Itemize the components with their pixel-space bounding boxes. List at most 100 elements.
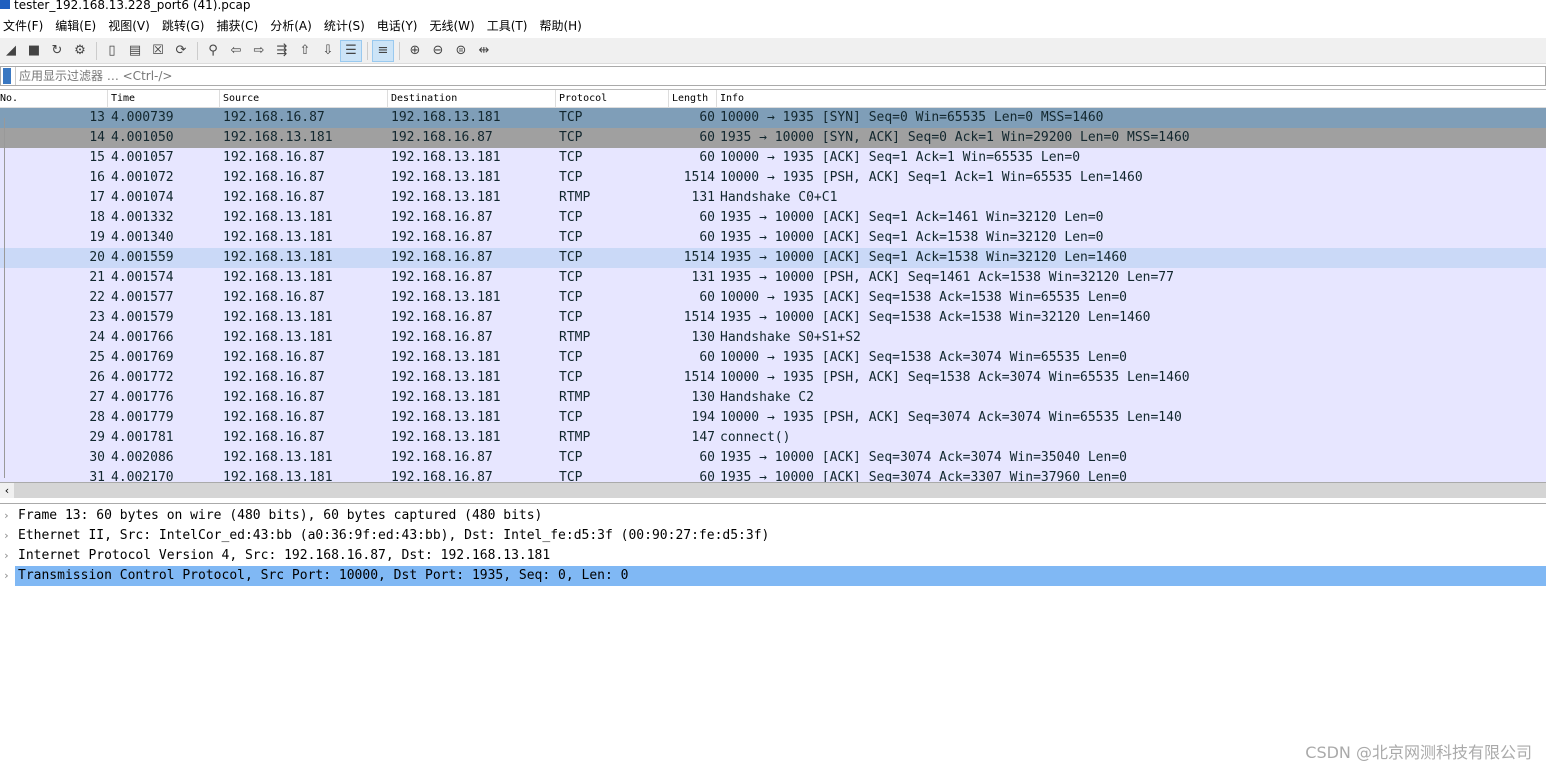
packet-row[interactable]: 29 4.001781 192.168.16.87 192.168.13.181 RTM… — [0, 428, 1546, 448]
stop-icon[interactable]: ■ — [23, 40, 45, 62]
packet-dst: 192.168.16.87 — [391, 470, 493, 482]
menu-item[interactable]: 工具(T) — [484, 16, 534, 36]
packet-info: 1935 → 10000 [ACK] Seq=1 Ack=1538 Win=32… — [720, 250, 1127, 265]
menu-item[interactable]: 文件(F) — [0, 16, 49, 36]
reload-icon[interactable]: ⟳ — [170, 40, 192, 62]
packet-row[interactable]: 13 4.000739 192.168.16.87 192.168.13.181 TCP… — [0, 108, 1546, 128]
colorize-icon[interactable]: ≡ — [372, 39, 394, 62]
chevron-right-icon[interactable]: › — [3, 546, 10, 566]
packet-row[interactable]: 30 4.002086 192.168.13.181 192.168.16.87 TCP… — [0, 448, 1546, 468]
packet-row[interactable]: 31 4.002170 192.168.13.181 192.168.16.87 TCP… — [0, 468, 1546, 482]
detail-tree-item[interactable]: › Ethernet II, Src: IntelCor_ed:43:bb (a0… — [0, 526, 1546, 546]
packet-no: 16 — [89, 170, 105, 185]
resize-columns-icon[interactable]: ⇹ — [473, 40, 495, 62]
open-file-icon[interactable]: ▯ — [101, 40, 123, 62]
packet-dst: 192.168.13.181 — [391, 350, 501, 365]
zoom-normal-icon[interactable]: ⊜ — [450, 40, 472, 62]
zoom-out-icon[interactable]: ⊖ — [427, 40, 449, 62]
menu-item[interactable]: 视图(V) — [105, 16, 156, 36]
packet-proto: TCP — [559, 450, 583, 465]
first-packet-icon[interactable]: ⇧ — [294, 40, 316, 62]
menu-item[interactable]: 分析(A) — [267, 16, 318, 36]
detail-tree-item[interactable]: › Transmission Control Protocol, Src Port… — [0, 566, 1546, 586]
packet-dst: 192.168.16.87 — [391, 230, 493, 245]
detail-tree-item[interactable]: › Frame 13: 60 bytes on wire (480 bits), … — [0, 506, 1546, 526]
column-no[interactable]: No. — [0, 90, 108, 108]
packet-row[interactable]: 27 4.001776 192.168.16.87 192.168.13.181 RTM… — [0, 388, 1546, 408]
packet-no: 23 — [89, 310, 105, 325]
packet-len: 1514 — [683, 310, 715, 325]
menu-item[interactable]: 无线(W) — [427, 16, 481, 36]
packet-time: 4.001559 — [111, 250, 174, 265]
toolbar-separator — [367, 41, 368, 60]
shark-fin-start-icon[interactable]: ◢ — [0, 40, 22, 62]
column-length[interactable]: Length — [669, 90, 717, 108]
chevron-right-icon[interactable]: › — [3, 526, 10, 546]
menu-bar: 文件(F) 编辑(E) 视图(V) 跳转(G) 捕获(C) 分析(A) 统计(S) 电话(Y)… — [0, 16, 591, 36]
display-filter-input[interactable]: 应用显示过滤器 … <Ctrl-/> — [15, 67, 1545, 85]
close-file-icon[interactable]: ☒ — [147, 40, 169, 62]
column-info[interactable]: Info — [717, 90, 1546, 108]
packet-info: 10000 → 1935 [PSH, ACK] Seq=3074 Ack=307… — [720, 410, 1182, 425]
packet-row[interactable]: 25 4.001769 192.168.16.87 192.168.13.181 TCP… — [0, 348, 1546, 368]
packet-dst: 192.168.13.181 — [391, 390, 501, 405]
go-back-icon[interactable]: ⇦ — [225, 40, 247, 62]
packet-row[interactable]: 16 4.001072 192.168.16.87 192.168.13.181 TCP… — [0, 168, 1546, 188]
packet-proto: TCP — [559, 230, 583, 245]
packet-info: 1935 → 10000 [ACK] Seq=3074 Ack=3074 Win… — [720, 450, 1127, 465]
packet-row[interactable]: 26 4.001772 192.168.16.87 192.168.13.181 TCP… — [0, 368, 1546, 388]
chevron-right-icon[interactable]: › — [3, 506, 10, 526]
wireshark-icon — [0, 0, 10, 9]
last-packet-icon[interactable]: ⇩ — [317, 40, 339, 62]
packet-src: 192.168.13.181 — [223, 450, 333, 465]
bookmark-icon[interactable] — [3, 68, 11, 84]
chevron-right-icon[interactable]: › — [3, 566, 10, 586]
menu-item[interactable]: 帮助(H) — [536, 16, 587, 36]
packet-row[interactable]: 23 4.001579 192.168.13.181 192.168.16.87 TCP… — [0, 308, 1546, 328]
packet-src: 192.168.13.181 — [223, 330, 333, 345]
packet-len: 1514 — [683, 370, 715, 385]
packet-row[interactable]: 19 4.001340 192.168.13.181 192.168.16.87 TCP… — [0, 228, 1546, 248]
zoom-in-icon[interactable]: ⊕ — [404, 40, 426, 62]
menu-item[interactable]: 统计(S) — [321, 16, 371, 36]
packet-row[interactable]: 24 4.001766 192.168.13.181 192.168.16.87 RTM… — [0, 328, 1546, 348]
packet-src: 192.168.16.87 — [223, 150, 325, 165]
packet-row[interactable]: 22 4.001577 192.168.16.87 192.168.13.181 TCP… — [0, 288, 1546, 308]
packet-src: 192.168.16.87 — [223, 190, 325, 205]
packet-row[interactable]: 20 4.001559 192.168.13.181 192.168.16.87 TCP… — [0, 248, 1546, 268]
packet-row[interactable]: 17 4.001074 192.168.16.87 192.168.13.181 RTM… — [0, 188, 1546, 208]
go-forward-icon[interactable]: ⇨ — [248, 40, 270, 62]
column-source[interactable]: Source — [220, 90, 388, 108]
packet-row[interactable]: 14 4.001050 192.168.13.181 192.168.16.87 TCP… — [0, 128, 1546, 148]
packet-src: 192.168.16.87 — [223, 430, 325, 445]
menu-item[interactable]: 捕获(C) — [213, 16, 264, 36]
packet-row[interactable]: 18 4.001332 192.168.13.181 192.168.16.87 TCP… — [0, 208, 1546, 228]
packet-row[interactable]: 28 4.001779 192.168.16.87 192.168.13.181 TCP… — [0, 408, 1546, 428]
packet-dst: 192.168.13.181 — [391, 430, 501, 445]
go-to-packet-icon[interactable]: ⇶ — [271, 40, 293, 62]
packet-proto: RTMP — [559, 330, 591, 345]
restart-icon[interactable]: ↻ — [46, 40, 68, 62]
packet-row[interactable]: 21 4.001574 192.168.13.181 192.168.16.87 TCP… — [0, 268, 1546, 288]
packet-dst: 192.168.13.181 — [391, 190, 501, 205]
packet-no: 14 — [89, 130, 105, 145]
menu-item[interactable]: 编辑(E) — [52, 16, 102, 36]
save-file-icon[interactable]: ▤ — [124, 40, 146, 62]
horizontal-scrollbar[interactable]: ‹ — [0, 482, 1546, 498]
column-time[interactable]: Time — [108, 90, 220, 108]
packet-src: 192.168.16.87 — [223, 370, 325, 385]
packet-row[interactable]: 15 4.001057 192.168.16.87 192.168.13.181 TCP… — [0, 148, 1546, 168]
column-protocol[interactable]: Protocol — [556, 90, 669, 108]
menu-item[interactable]: 电话(Y) — [374, 16, 424, 36]
find-icon[interactable]: ⚲ — [202, 40, 224, 62]
menu-item[interactable]: 跳转(G) — [159, 16, 211, 36]
packet-details-pane: › Frame 13: 60 bytes on wire (480 bits), … — [0, 503, 1546, 586]
scroll-left-icon[interactable]: ‹ — [0, 483, 14, 498]
packet-len: 147 — [691, 430, 715, 445]
column-destination[interactable]: Destination — [388, 90, 556, 108]
detail-tree-item[interactable]: › Internet Protocol Version 4, Src: 192.1… — [0, 546, 1546, 566]
packet-proto: TCP — [559, 290, 583, 305]
packet-info: 10000 → 1935 [PSH, ACK] Seq=1538 Ack=307… — [720, 370, 1190, 385]
capture-options-icon[interactable]: ⚙ — [69, 40, 91, 62]
autoscroll-icon[interactable]: ☰ — [340, 39, 362, 62]
